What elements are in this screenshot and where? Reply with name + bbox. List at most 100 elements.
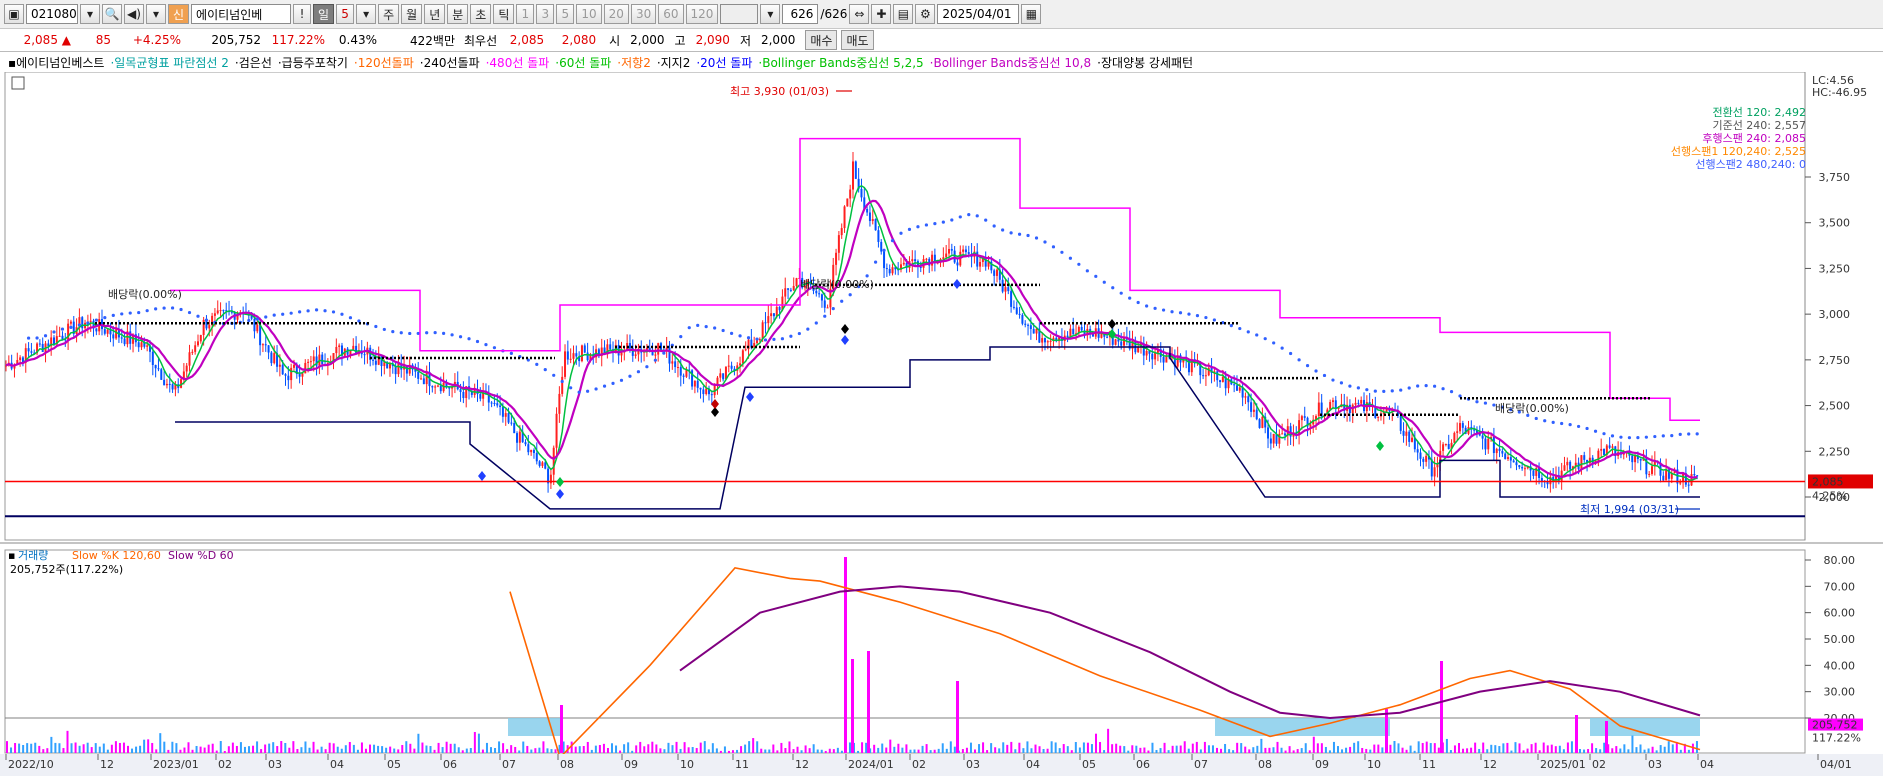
bar-count-input[interactable]: 626 [782, 4, 819, 24]
legend-item[interactable]: ·지지2 [657, 54, 691, 71]
period-dropdown-icon[interactable]: ▾ [356, 4, 377, 24]
volume-bar [1018, 742, 1021, 753]
dropdown-icon[interactable]: ▾ [146, 4, 166, 24]
slow-d-line [679, 585, 1701, 720]
ichimoku-dot [1170, 310, 1174, 314]
cross-icon[interactable]: ✚ [871, 4, 892, 24]
candle-body [496, 403, 499, 406]
period-count[interactable]: 5 [336, 4, 355, 24]
legend-item[interactable]: ·20선 돌파 [696, 54, 752, 71]
candle-body [1603, 448, 1606, 456]
candle-body [510, 422, 513, 424]
interval-input[interactable] [720, 4, 759, 24]
volume-bar [498, 741, 501, 753]
x-tick-label: 02 [912, 758, 926, 771]
period-minute[interactable]: 분 [447, 4, 469, 24]
legend-item[interactable]: ·Bollinger Bands중심선 10,8 [930, 54, 1091, 71]
calendar-icon[interactable]: ▦ [1021, 4, 1042, 24]
sell-button[interactable]: 매도 [841, 30, 874, 50]
legend-item[interactable]: ·240선돌파 [420, 54, 480, 71]
period-month[interactable]: 월 [401, 4, 423, 24]
interval-dropdown-icon[interactable]: ▾ [760, 4, 781, 24]
volume-bar [284, 742, 287, 753]
legend-item[interactable]: ▪에이티넘인베스트 [8, 54, 104, 71]
zoom-icon[interactable]: ⇔ [849, 4, 870, 24]
save-icon[interactable]: ▤ [893, 4, 914, 24]
interval-3[interactable]: 3 [536, 4, 555, 24]
window-menu-icon[interactable]: ▣ [4, 4, 24, 24]
interval-30[interactable]: 30 [630, 4, 657, 24]
speaker-icon[interactable]: ◀) [124, 4, 144, 24]
volume-bar [50, 736, 53, 753]
volume-bar [1316, 743, 1319, 753]
candle-body [278, 364, 281, 367]
search-icon[interactable]: 🔍 [102, 4, 122, 24]
volume-bar [961, 749, 964, 753]
volume-stochastic-chart[interactable]: ▪ 거래량 Slow %K 120,60 Slow %D 60 205,752주(117… [0, 542, 1883, 776]
candle-body [840, 228, 843, 236]
candle-body [219, 310, 222, 312]
stock-name-input[interactable]: 에이티넘인베 [191, 4, 292, 24]
candle-body [835, 252, 838, 265]
volume-bar [921, 745, 924, 753]
volume-bar [715, 748, 718, 753]
volume-bar [348, 741, 351, 753]
legend-item[interactable]: ·120선돌파 [354, 54, 414, 71]
legend-item[interactable]: ·장대양봉 강세패턴 [1097, 54, 1193, 71]
volume-bar [10, 747, 13, 753]
ichimoku-dot [145, 309, 149, 313]
interval-5[interactable]: 5 [556, 4, 575, 24]
date-input[interactable]: 2025/04/01 [937, 4, 1020, 24]
legend-item[interactable]: ·일목균형표 파란점선 2 [110, 54, 228, 71]
volume-bar [296, 749, 299, 753]
period-tick[interactable]: 틱 [493, 4, 515, 24]
slow-k-legend: Slow %K 120,60 [72, 549, 161, 562]
volume-value: 205,752 [211, 33, 261, 47]
gear-icon[interactable]: ⚙ [915, 4, 936, 24]
candle-body [1137, 347, 1140, 353]
volume-bar [598, 745, 601, 753]
volume-bar [574, 746, 577, 753]
interval-1[interactable]: 1 [516, 4, 535, 24]
best-bid-label: 최우선 [464, 33, 498, 48]
volume-bar [586, 741, 589, 753]
price-chart[interactable]: 3,750 3,500 3,250 3,000 2,750 2,500 2,250 2,000… [0, 72, 1883, 542]
volume-bar [207, 744, 210, 753]
volume-spike [1605, 721, 1608, 753]
legend-item[interactable]: ·480선 돌파 [486, 54, 550, 71]
volume-spike [560, 705, 563, 753]
code-dropdown-icon[interactable]: ▾ [80, 4, 100, 24]
ichimoku-dot [687, 326, 691, 330]
alert-button[interactable]: ! [293, 4, 312, 24]
legend-item[interactable]: ·저항2 [617, 54, 651, 71]
period-second[interactable]: 초 [470, 4, 492, 24]
interval-60[interactable]: 60 [658, 4, 684, 24]
volume-bar [1546, 745, 1549, 753]
legend-item[interactable]: ·Bollinger Bands중심선 5,2,5 [758, 54, 923, 71]
legend-item[interactable]: ·검은선 [235, 54, 272, 71]
candle-body [115, 329, 118, 339]
volume-bar [639, 741, 642, 753]
interval-120[interactable]: 120 [685, 4, 719, 24]
period-year[interactable]: 년 [424, 4, 446, 24]
ichimoku-dot [823, 314, 827, 318]
legend-item[interactable]: ·급등주포착기 [278, 54, 348, 71]
interval-10[interactable]: 10 [576, 4, 602, 24]
ichimoku-dot [1322, 373, 1327, 378]
volume-bar [994, 747, 997, 753]
candle-body [431, 386, 434, 388]
ichimoku-dot [458, 335, 463, 339]
period-week[interactable]: 주 [378, 4, 400, 24]
ichimoku-dot [196, 314, 200, 318]
legend-item[interactable]: ·60선 돌파 [555, 54, 611, 71]
volume-spike [851, 659, 854, 753]
interval-20[interactable]: 20 [603, 4, 629, 24]
ichimoku-dot [543, 368, 547, 372]
x-tick-label: 10 [680, 758, 694, 771]
candle-body [1408, 431, 1411, 442]
period-day[interactable]: 일 [313, 4, 335, 24]
buy-button[interactable]: 매수 [805, 30, 838, 50]
volume-bar [1619, 748, 1622, 753]
ichimoku-dot [179, 307, 183, 312]
stock-code-input[interactable]: 021080 [26, 4, 78, 24]
